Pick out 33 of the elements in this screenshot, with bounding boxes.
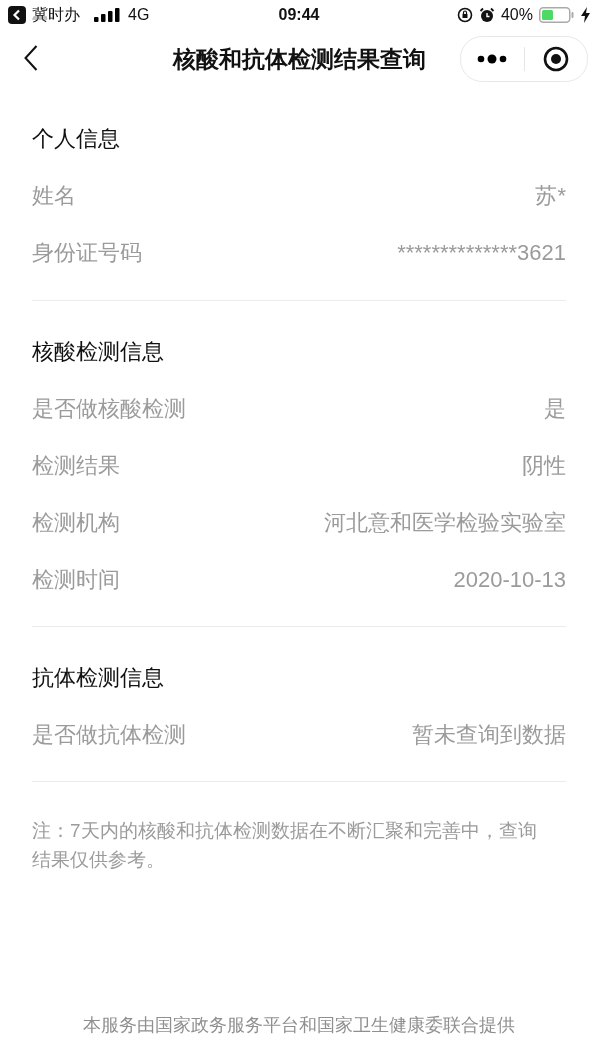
charging-icon: [581, 7, 590, 23]
field-value: 是: [544, 395, 566, 423]
field-label: 是否做抗体检测: [32, 721, 186, 749]
field-value: 阴性: [522, 452, 566, 480]
field-label: 身份证号码: [32, 239, 142, 267]
section-title: 个人信息: [32, 126, 120, 151]
field-value: 2020-10-13: [453, 566, 566, 594]
target-icon: [542, 46, 569, 72]
more-icon: [477, 54, 508, 64]
footer-text: 本服务由国家政务服务平台和国家卫生健康委联合提供: [83, 1015, 515, 1035]
page-title: 核酸和抗体检测结果查询: [172, 45, 426, 72]
field-value: 暂未查询到数据: [412, 721, 566, 749]
note-text: 注：7天内的核酸和抗体检测数据在不断汇聚和完善中，查询结果仅供参考。: [32, 819, 538, 872]
section-title: 核酸检测信息: [32, 339, 164, 364]
field-label: 是否做核酸检测: [32, 395, 186, 423]
field-value: **************3621: [397, 239, 566, 267]
back-app-label[interactable]: 冀时办: [32, 4, 80, 26]
field-value: 苏*: [535, 182, 566, 210]
rotation-lock-icon: [456, 7, 473, 23]
section-title: 抗体检测信息: [32, 665, 164, 690]
alarm-icon: [478, 7, 495, 23]
battery-percent: 40%: [500, 6, 533, 24]
field-label: 检测机构: [32, 509, 120, 537]
network-label: 4G: [128, 6, 150, 24]
signal-icon: [94, 8, 122, 22]
field-label: 检测结果: [32, 452, 120, 480]
clock-time: 09:44: [278, 6, 320, 23]
chevron-left-icon: [24, 44, 38, 71]
field-value: 河北意和医学检验实验室: [324, 509, 566, 537]
field-label: 检测时间: [32, 566, 120, 594]
back-app-icon[interactable]: [8, 6, 26, 24]
battery-icon: [539, 7, 575, 23]
field-label: 姓名: [32, 182, 76, 210]
